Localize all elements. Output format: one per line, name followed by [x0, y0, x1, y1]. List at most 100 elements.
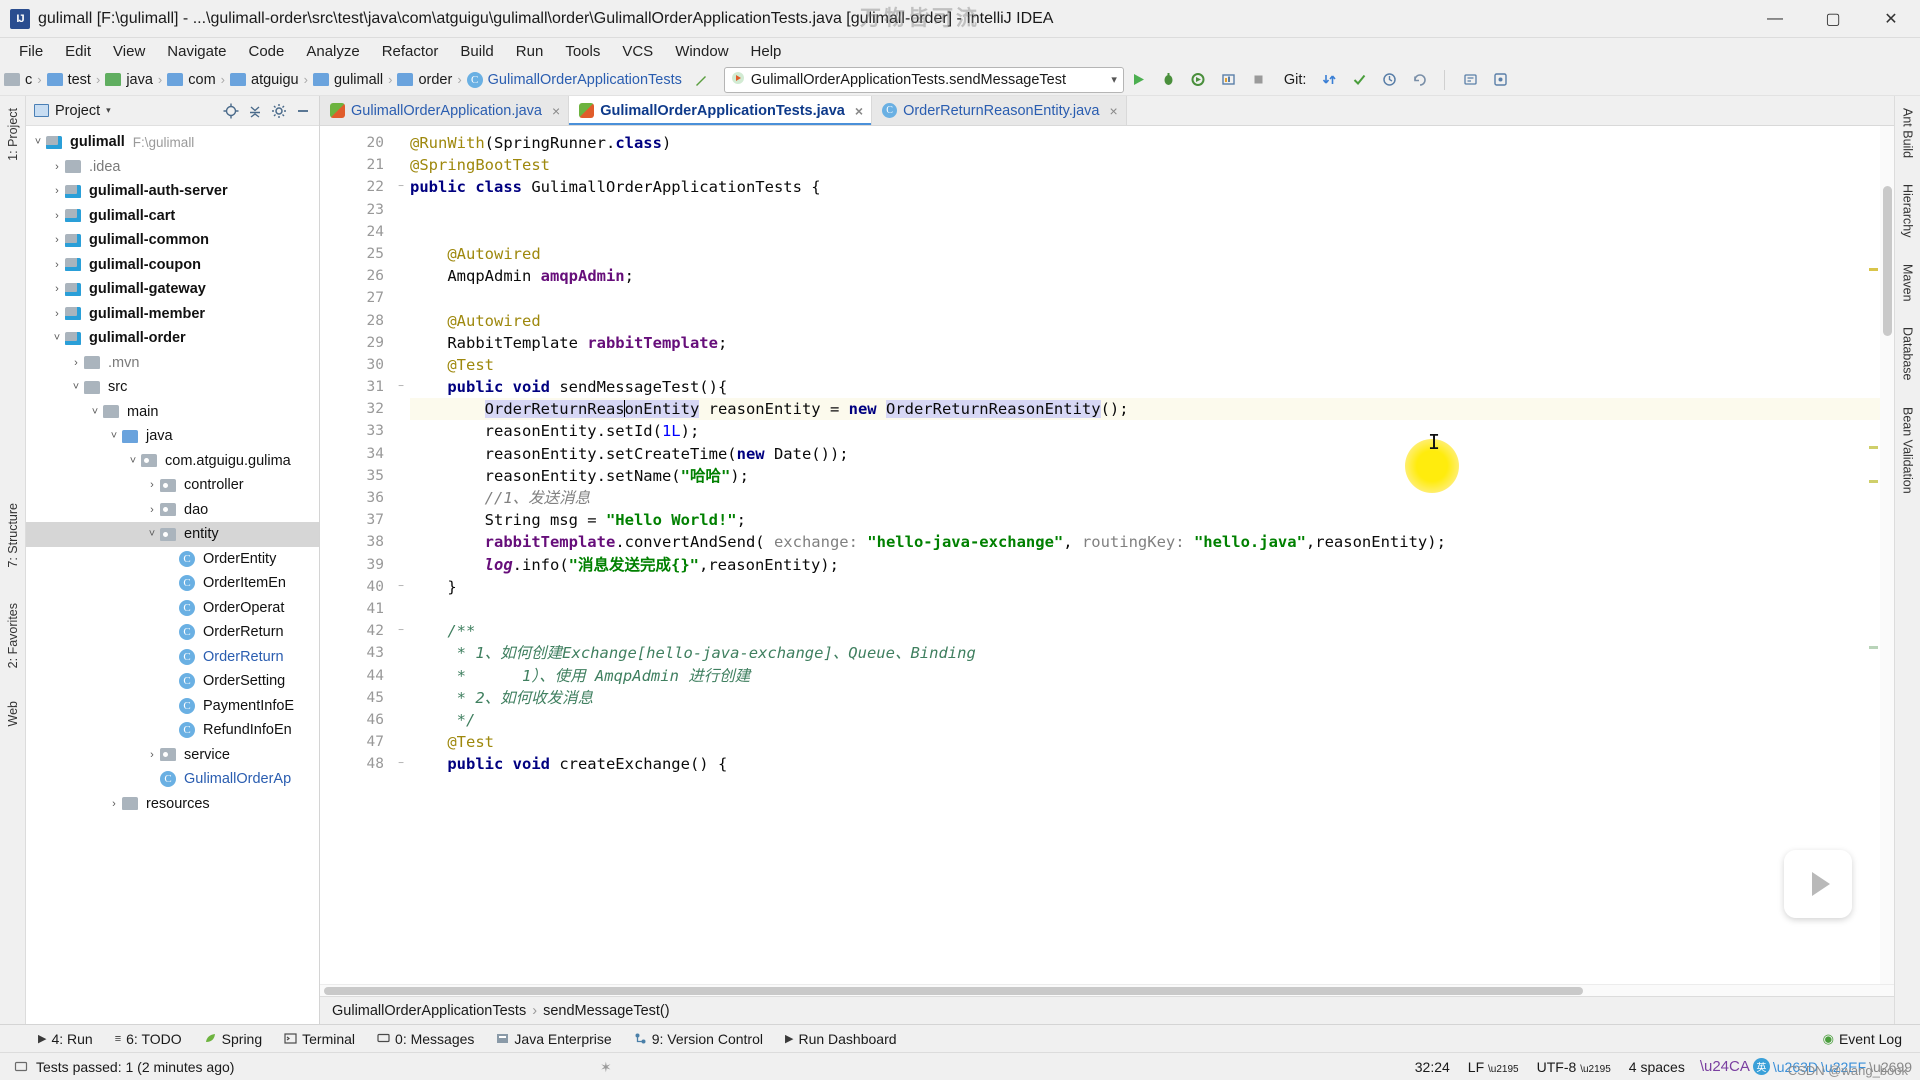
code-line[interactable]: } [410, 576, 1894, 598]
line-number[interactable]: 44 [320, 665, 392, 687]
tree-node[interactable]: › service [26, 743, 319, 768]
editor-vertical-scrollbar[interactable] [1880, 126, 1894, 984]
breadcrumb-item-atguigu[interactable]: atguigu [230, 72, 299, 88]
file-encoding[interactable]: UTF-8 \u2195 [1528, 1057, 1620, 1077]
commit-icon[interactable] [1344, 67, 1374, 93]
tool-window-button[interactable]: Spring [194, 1028, 272, 1050]
close-tab-icon[interactable]: × [855, 103, 863, 119]
tree-node[interactable]: › resources [26, 792, 319, 817]
chevron-right-icon[interactable]: › [49, 308, 65, 320]
chevron-right-icon[interactable]: › [49, 259, 65, 271]
tool-tab-project[interactable]: 1: Project [3, 102, 23, 167]
code-line[interactable]: public void sendMessageTest(){ [410, 376, 1894, 398]
chevron-right-icon[interactable]: › [163, 651, 179, 663]
code-line[interactable]: reasonEntity.setName("哈哈"); [410, 465, 1894, 487]
line-number[interactable]: 34 [320, 443, 392, 465]
chevron-right-icon[interactable]: › [68, 357, 84, 369]
tool-tab-ant-build[interactable]: Ant Build [1898, 102, 1918, 164]
code-line[interactable]: @Test [410, 354, 1894, 376]
rollback-icon[interactable] [1404, 67, 1434, 93]
code-editor[interactable]: 20 21 22 23 24 25 26 27 28 29 30 31 32 33 34 35 36 37 38 39… [320, 126, 1894, 984]
line-number[interactable]: 31 [320, 376, 407, 398]
chevron-down-icon[interactable]: ▾ [106, 105, 111, 116]
line-number[interactable]: 24 [320, 221, 392, 243]
code-line[interactable]: * 1、如何创建Exchange[hello-java-exchange]、Qu… [410, 642, 1894, 664]
chevron-right-icon[interactable]: › [163, 602, 179, 614]
gear-icon[interactable] [268, 100, 290, 122]
tree-node[interactable]: › dao [26, 498, 319, 523]
line-number[interactable]: 30 [320, 354, 392, 376]
tree-node[interactable]: ˅ src [26, 375, 319, 400]
line-number[interactable]: 22 [320, 176, 407, 198]
code-line[interactable]: */ [410, 709, 1894, 731]
tree-node[interactable]: ˅ java [26, 424, 319, 449]
settings-gear-icon[interactable] [1485, 67, 1515, 93]
breadcrumb-item-order[interactable]: order [397, 72, 452, 88]
tool-window-button[interactable]: ≡ 6: TODO [105, 1028, 192, 1050]
line-number[interactable]: 39 [320, 554, 392, 576]
tool-window-button[interactable]: ▶ Run Dashboard [775, 1028, 907, 1050]
code-line[interactable]: OrderReturnReasonEntity reasonEntity = n… [410, 398, 1894, 421]
line-number[interactable]: 27 [320, 287, 392, 309]
code-line[interactable] [410, 598, 1894, 620]
line-number[interactable]: 40 [320, 576, 392, 598]
tree-node[interactable]: ˅ entity [26, 522, 319, 547]
run-with-coverage-button[interactable] [1184, 67, 1214, 93]
tool-tab-favorites[interactable]: 2: Favorites [3, 597, 23, 674]
breadcrumb-item-gulimall[interactable]: gulimall [312, 72, 383, 88]
code-line[interactable]: @RunWith(SpringRunner.class) [410, 132, 1894, 154]
chevron-right-icon[interactable]: › [163, 724, 179, 736]
chevron-down-icon[interactable]: ˅ [144, 528, 160, 540]
line-number[interactable]: 43 [320, 642, 392, 664]
video-play-overlay[interactable] [1784, 850, 1852, 918]
line-number[interactable]: 21 [320, 154, 406, 176]
line-number[interactable]: 48 [320, 753, 407, 775]
code-line[interactable]: /** [410, 620, 1894, 642]
scroll-from-source-icon[interactable] [220, 100, 242, 122]
chevron-right-icon[interactable]: › [163, 553, 179, 565]
line-separator[interactable]: LF \u2195 [1459, 1057, 1528, 1077]
chevron-right-icon[interactable]: › [144, 504, 160, 516]
stop-button[interactable] [1244, 67, 1274, 93]
chevron-right-icon[interactable]: › [106, 798, 122, 810]
hscrollbar-thumb[interactable] [324, 987, 1584, 995]
close-button[interactable]: ✕ [1862, 0, 1920, 37]
tree-node[interactable]: › .mvn [26, 351, 319, 376]
breadcrumb-item-gulimallorderapplicationtests[interactable]: C GulimallOrderApplicationTests [466, 71, 682, 88]
history-icon[interactable] [1374, 67, 1404, 93]
chevron-right-icon[interactable]: › [49, 210, 65, 222]
menu-edit[interactable]: Edit [54, 41, 102, 62]
fold-toggle-icon[interactable]: − [392, 176, 410, 198]
chevron-down-icon[interactable]: ˅ [49, 332, 65, 344]
tool-tab-hierarchy[interactable]: Hierarchy [1898, 178, 1918, 244]
chevron-down-icon[interactable]: ˅ [106, 430, 122, 442]
menu-help[interactable]: Help [740, 41, 793, 62]
chevron-right-icon[interactable]: › [163, 675, 179, 687]
scrollbar-thumb[interactable] [1883, 186, 1892, 336]
caret-position[interactable]: 32:24 [1406, 1057, 1459, 1077]
menu-navigate[interactable]: Navigate [156, 41, 237, 62]
run-button[interactable] [1124, 67, 1154, 93]
tree-node[interactable]: ›C OrderEntity [26, 547, 319, 572]
line-number[interactable]: 35 [320, 465, 392, 487]
tree-node[interactable]: › gulimall-common [26, 228, 319, 253]
code-line[interactable]: @Autowired [410, 310, 1894, 332]
update-project-icon[interactable] [1314, 67, 1344, 93]
code-line[interactable]: RabbitTemplate rabbitTemplate; [410, 332, 1894, 354]
line-number[interactable]: 26 [320, 265, 406, 287]
tree-node[interactable]: › .idea [26, 155, 319, 180]
menu-run[interactable]: Run [505, 41, 555, 62]
line-number[interactable]: 37 [320, 509, 392, 531]
line-number[interactable]: 38 [320, 531, 392, 553]
code-line[interactable] [410, 221, 1894, 243]
line-number[interactable]: 42 [320, 620, 392, 642]
chevron-right-icon[interactable]: › [163, 700, 179, 712]
close-tab-icon[interactable]: × [1109, 103, 1117, 119]
tool-tab-bean-validation[interactable]: Bean Validation [1898, 401, 1918, 500]
code-line[interactable]: reasonEntity.setCreateTime(new Date()); [410, 443, 1894, 465]
line-number[interactable]: 29 [320, 332, 406, 354]
tree-node[interactable]: › gulimall-gateway [26, 277, 319, 302]
line-number[interactable]: 33 [320, 420, 392, 442]
menu-window[interactable]: Window [664, 41, 739, 62]
code-line[interactable]: @Test [410, 731, 1894, 753]
